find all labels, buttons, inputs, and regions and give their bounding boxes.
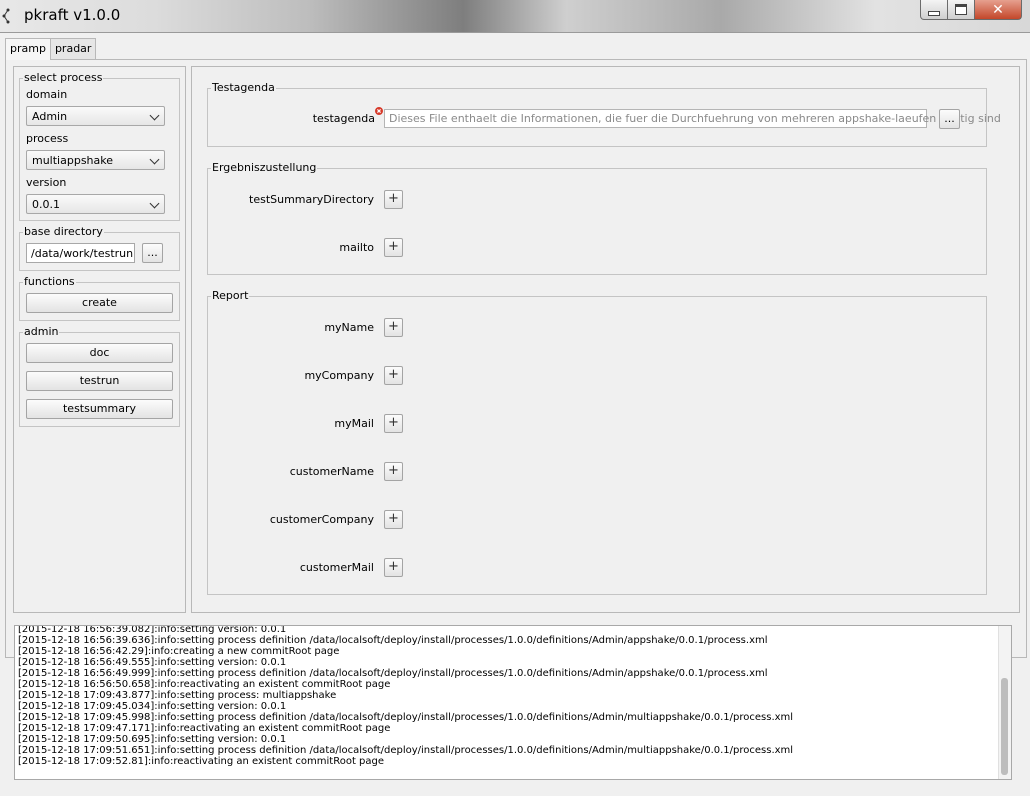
log-line: [2015-12-18 17:09:52.81]:info:reactivati… [18, 756, 385, 767]
window-controls: ✕ [920, 0, 1022, 20]
report-title: Report [211, 289, 250, 302]
testrun-button[interactable]: testrun [26, 371, 173, 391]
version-label: version [26, 176, 67, 189]
tab-panel-pramp: select process domain Admin process mult… [5, 59, 1027, 658]
mailto-add-button[interactable]: + [384, 238, 403, 257]
customercompany-add-button[interactable]: + [384, 510, 403, 529]
chevron-down-icon [149, 110, 160, 121]
log-line: [2015-12-18 16:56:50.658]:info:reactivat… [18, 679, 391, 690]
select-process-title: select process [23, 71, 104, 84]
base-directory-browse-button[interactable]: ... [142, 243, 163, 263]
admin-title: admin [23, 325, 60, 338]
testsummarydirectory-label: testSummaryDirectory [249, 193, 374, 206]
window-titlebar[interactable]: pkraft v1.0.0 ✕ [0, 0, 1030, 33]
log-line: [2015-12-18 17:09:50.695]:info:setting v… [18, 734, 287, 745]
tab-pramp[interactable]: pramp [5, 38, 51, 60]
base-directory-title: base directory [23, 225, 104, 238]
close-icon: ✕ [992, 1, 1004, 18]
customercompany-label: customerCompany [269, 513, 374, 526]
functions-group: functions create [19, 276, 180, 321]
mymail-add-button[interactable]: + [384, 414, 403, 433]
domain-label: domain [26, 88, 68, 101]
customername-label: customerName [289, 465, 374, 478]
right-panel: Testagenda testagenda Dieses File enthae… [191, 66, 1020, 613]
customermail-label: customerMail [299, 561, 374, 574]
log-lines: [2015-12-18 16:56:39.082]:info:setting v… [18, 625, 993, 767]
process-select[interactable]: multiappshake [26, 150, 165, 170]
log-scrollbar[interactable] [998, 626, 1011, 779]
base-directory-input[interactable]: /data/work/testrun [26, 243, 135, 263]
base-directory-group: base directory /data/work/testrun ... [19, 226, 180, 271]
log-line: [2015-12-18 16:56:39.082]:info:setting v… [18, 625, 287, 635]
customername-add-button[interactable]: + [384, 462, 403, 481]
version-select[interactable]: 0.0.1 [26, 194, 165, 214]
app-icon [2, 8, 10, 24]
functions-title: functions [23, 275, 76, 288]
myname-add-button[interactable]: + [384, 318, 403, 337]
left-panel: select process domain Admin process mult… [13, 66, 186, 613]
log-line: [2015-12-18 17:09:45.034]:info:setting v… [18, 701, 287, 712]
testsummary-button[interactable]: testsummary [26, 399, 173, 419]
process-value: multiappshake [32, 154, 114, 167]
mycompany-label: myCompany [304, 369, 374, 382]
log-line: [2015-12-18 16:56:49.999]:info:setting p… [18, 668, 768, 679]
report-group: Report myName + myCompany + myMail + cus… [207, 290, 987, 595]
chevron-down-icon [149, 198, 160, 209]
domain-select[interactable]: Admin [26, 106, 165, 126]
testsummarydirectory-add-button[interactable]: + [384, 190, 403, 209]
myname-label: myName [324, 321, 374, 334]
minimize-button[interactable] [920, 0, 948, 20]
create-button[interactable]: create [26, 293, 173, 313]
mycompany-add-button[interactable]: + [384, 366, 403, 385]
log-output[interactable]: [2015-12-18 16:56:39.082]:info:setting v… [14, 625, 1012, 780]
testagenda-group: Testagenda testagenda Dieses File enthae… [207, 82, 1001, 147]
customermail-add-button[interactable]: + [384, 558, 403, 577]
close-button[interactable]: ✕ [975, 0, 1022, 20]
testagenda-label: testagenda [312, 112, 375, 125]
testagenda-placeholder: Dieses File enthaelt die Informationen, … [389, 112, 1001, 125]
log-line: [2015-12-18 17:09:47.171]:info:reactivat… [18, 723, 391, 734]
log-line: [2015-12-18 16:56:42.29]:info:creating a… [18, 646, 340, 657]
ergebniszustellung-group: Ergebniszustellung testSummaryDirectory … [207, 162, 987, 275]
process-label: process [26, 132, 69, 145]
testagenda-title: Testagenda [211, 81, 276, 94]
maximize-button[interactable] [948, 0, 975, 20]
select-process-group: select process domain Admin process mult… [19, 72, 180, 221]
log-line: [2015-12-18 16:56:49.555]:info:setting v… [18, 657, 287, 668]
log-line: [2015-12-18 17:09:51.651]:info:setting p… [18, 745, 794, 756]
maximize-icon [955, 4, 967, 15]
domain-value: Admin [32, 110, 68, 123]
version-value: 0.0.1 [32, 198, 60, 211]
base-directory-value: /data/work/testrun [31, 247, 134, 260]
ergebniszustellung-title: Ergebniszustellung [211, 161, 318, 174]
testagenda-input[interactable]: Dieses File enthaelt die Informationen, … [384, 109, 1001, 128]
log-line: [2015-12-18 17:09:45.998]:info:setting p… [18, 712, 794, 723]
minimize-icon [928, 11, 940, 16]
log-scrollbar-thumb[interactable] [1001, 678, 1008, 775]
doc-button[interactable]: doc [26, 343, 173, 363]
admin-group: admin doc testrun testsummary [19, 326, 180, 427]
tab-bar: pramp pradar [5, 38, 97, 60]
testagenda-browse-button[interactable]: ... [939, 109, 960, 129]
mymail-label: myMail [334, 417, 374, 430]
chevron-down-icon [149, 154, 160, 165]
tab-pradar[interactable]: pradar [49, 38, 97, 59]
log-line: [2015-12-18 17:09:43.877]:info:setting p… [18, 690, 337, 701]
window-title: pkraft v1.0.0 [24, 6, 121, 24]
error-icon [375, 107, 383, 115]
log-line: [2015-12-18 16:56:39.636]:info:setting p… [18, 635, 768, 646]
mailto-label: mailto [339, 241, 374, 254]
